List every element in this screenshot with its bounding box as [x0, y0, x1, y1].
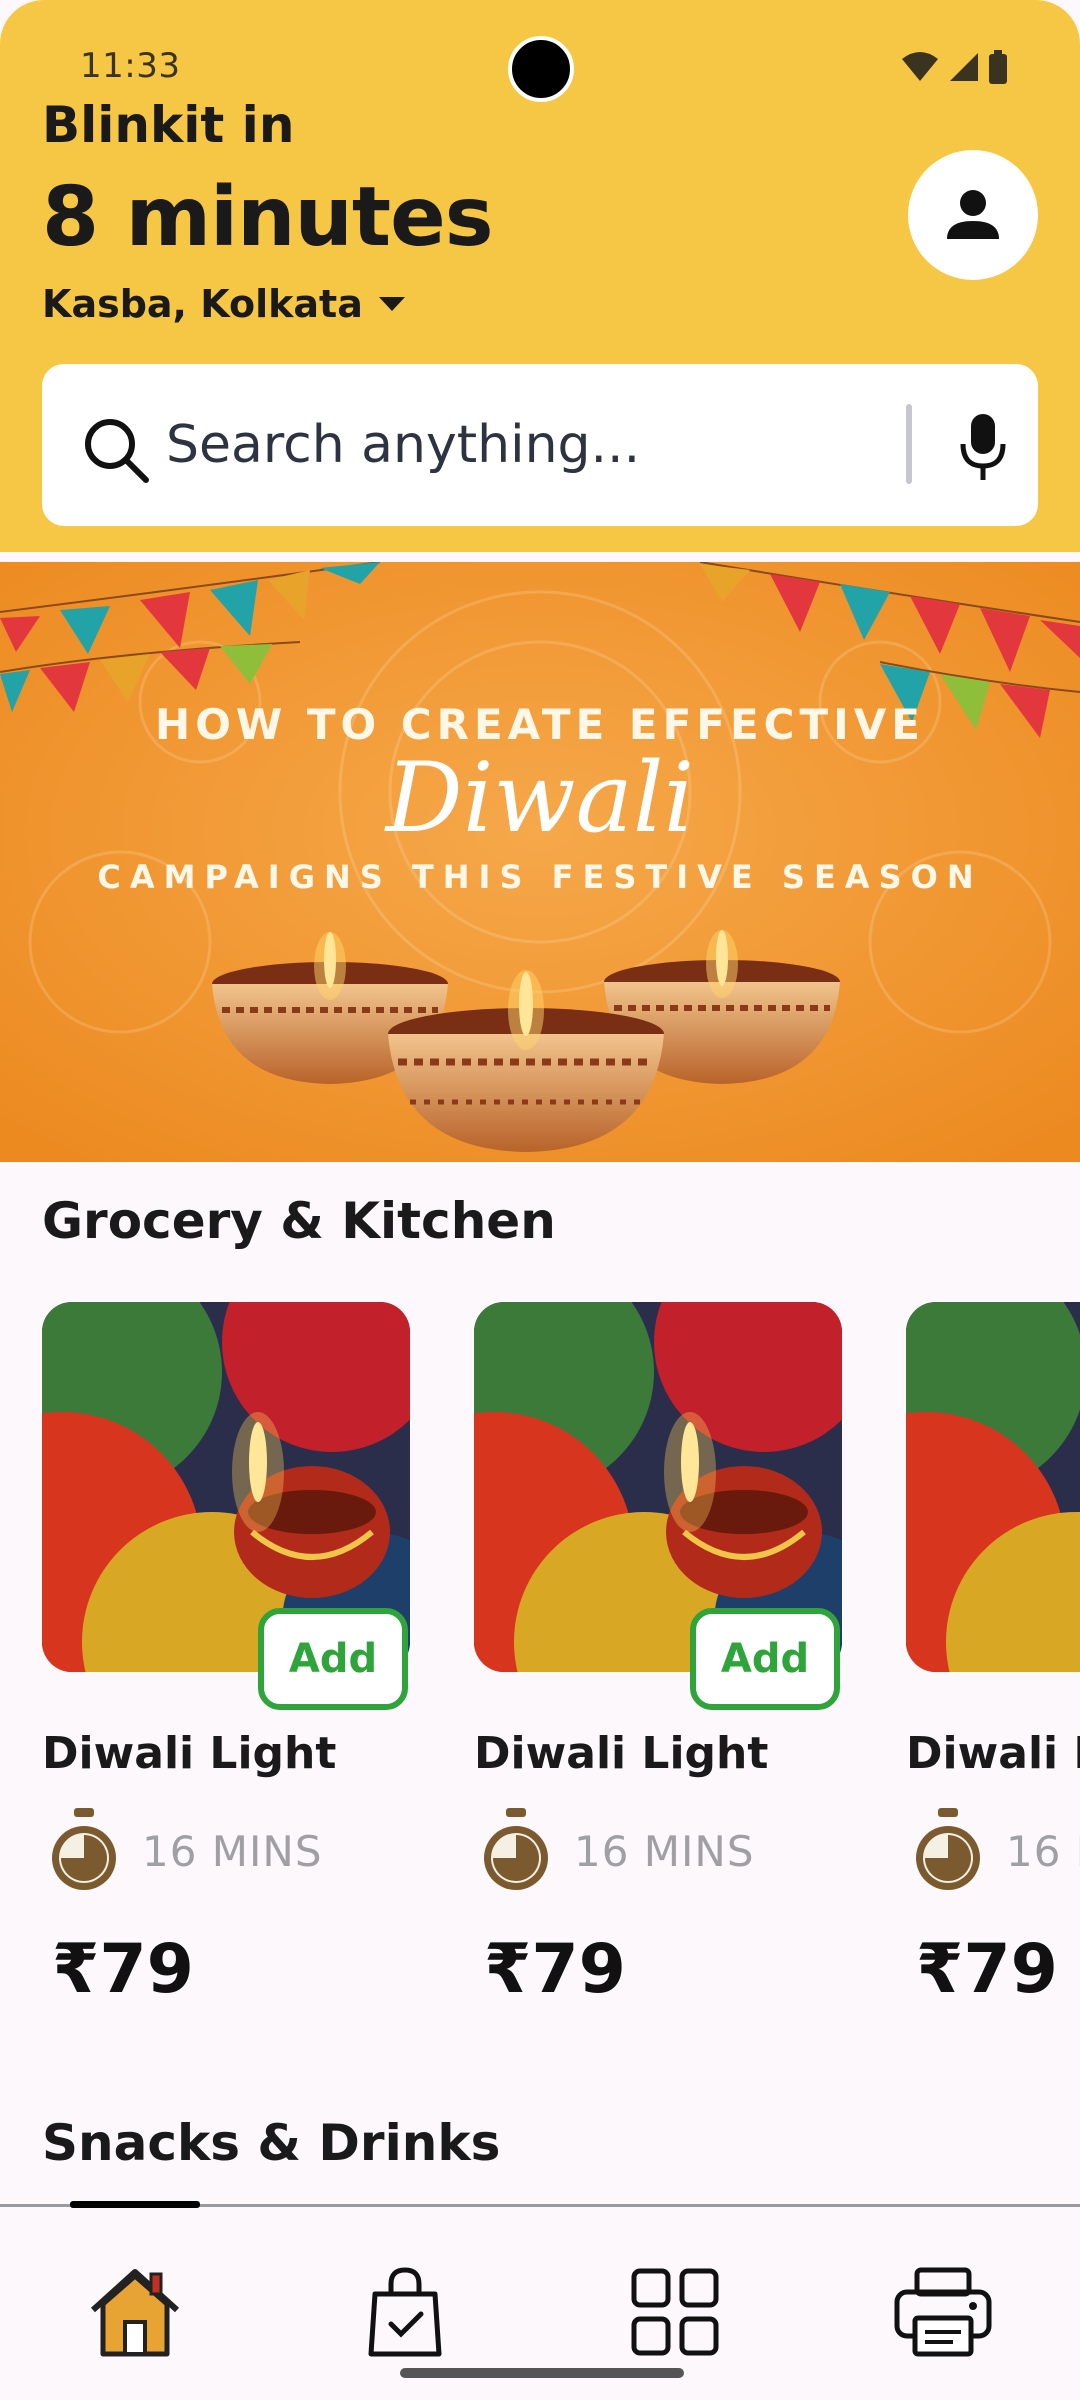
- promo-banner[interactable]: HOW TO CREATE EFFECTIVE Diwali CAMPAIGNS…: [0, 562, 1080, 1162]
- product-name: Diwali Light: [474, 1728, 769, 1779]
- camera-cutout: [508, 36, 574, 102]
- dropdown-caret-icon: [378, 297, 405, 311]
- person-icon: [947, 190, 999, 239]
- nav-orders[interactable]: [350, 2257, 460, 2367]
- delivery-time-label: 16 MINS: [1006, 1826, 1080, 1876]
- voice-search-button[interactable]: [944, 408, 1022, 486]
- diya-rangoli-image: [906, 1302, 1080, 1672]
- status-time: 11:33: [80, 46, 181, 86]
- product-image[interactable]: [906, 1302, 1080, 1672]
- delivery-time-label: 16 MINS: [142, 1826, 323, 1876]
- add-button[interactable]: Add: [258, 1608, 408, 1710]
- screen: 11:33 Blinkit in 8 minutes Kasba, Kolkat…: [0, 0, 1080, 2400]
- location-selector[interactable]: Kasba, Kolkata: [42, 282, 407, 326]
- product-name: Diwali Light: [906, 1728, 1080, 1779]
- active-tab-indicator: [70, 2201, 200, 2208]
- profile-button[interactable]: [908, 150, 1038, 280]
- stopwatch-icon: [484, 1808, 548, 1890]
- home-icon: [90, 2269, 180, 2357]
- shopping-bag-icon: [368, 2267, 442, 2357]
- location-label: Kasba, Kolkata: [42, 282, 363, 326]
- search-bar[interactable]: [42, 364, 1038, 526]
- categories-grid-icon: [631, 2268, 719, 2356]
- delivery-timer: 16 MINS: [478, 1808, 755, 1894]
- printer-icon: [894, 2267, 992, 2357]
- nav-categories[interactable]: [620, 2257, 730, 2367]
- add-button[interactable]: Add: [690, 1608, 840, 1710]
- search-icon: [85, 419, 149, 483]
- signal-icon: [950, 53, 978, 81]
- battery-icon: [989, 50, 1007, 84]
- stopwatch-icon: [52, 1808, 116, 1890]
- nav-print[interactable]: [888, 2257, 998, 2367]
- status-icons: [900, 50, 1008, 84]
- stopwatch-icon: [916, 1808, 980, 1890]
- product-price: ₹79: [484, 1930, 626, 2009]
- product-price: ₹79: [52, 1930, 194, 2009]
- nav-home[interactable]: [80, 2257, 190, 2367]
- wifi-icon: [902, 52, 938, 81]
- search-divider: [906, 404, 912, 484]
- delivery-time: 8 minutes: [42, 170, 494, 265]
- home-gesture-bar[interactable]: [400, 2368, 684, 2378]
- banner-subheadline: CAMPAIGNS THIS FESTIVE SEASON: [97, 858, 983, 896]
- product-name: Diwali Light: [42, 1728, 337, 1779]
- microphone-icon: [960, 414, 1006, 480]
- delivery-timer: 16 MINS: [910, 1808, 1080, 1894]
- product-price: ₹79: [916, 1930, 1058, 2009]
- section-title-snacks: Snacks & Drinks: [42, 2114, 501, 2172]
- header: 11:33 Blinkit in 8 minutes Kasba, Kolkat…: [0, 0, 1080, 552]
- search-input[interactable]: [166, 408, 806, 482]
- delivery-timer: 16 MINS: [46, 1808, 323, 1894]
- delivery-title: Blinkit in: [42, 96, 295, 154]
- banner-script-title: Diwali: [385, 742, 695, 854]
- section-title-grocery: Grocery & Kitchen: [42, 1192, 556, 1250]
- delivery-time-label: 16 MINS: [574, 1826, 755, 1876]
